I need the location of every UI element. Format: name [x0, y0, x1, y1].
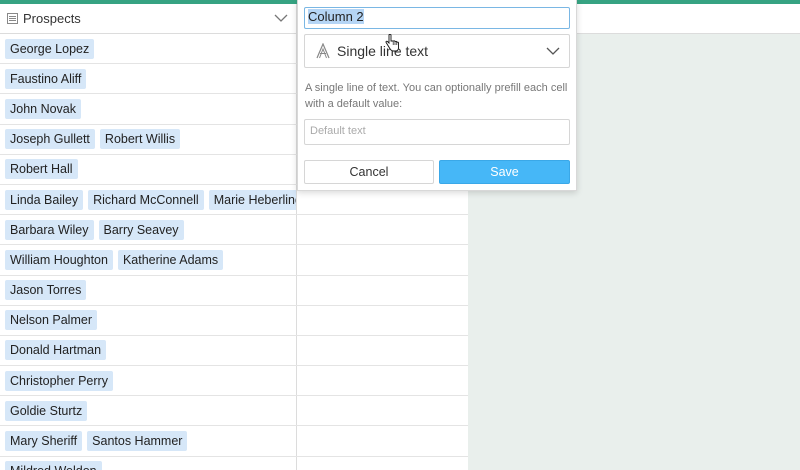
record-chip[interactable]: William Houghton	[5, 249, 113, 270]
record-chip[interactable]: Marie Heberling	[208, 189, 296, 210]
record-chip[interactable]: Donald Hartman	[5, 340, 107, 361]
prospects-cell[interactable]: Goldie Sturtz	[0, 396, 297, 426]
table-row[interactable]: Nelson Palmer	[0, 305, 468, 336]
prospects-cell[interactable]: Christopher Perry	[0, 366, 297, 396]
prospects-cell[interactable]: Robert Hall	[0, 154, 297, 184]
text-type-icon	[316, 43, 330, 59]
column-2-cell[interactable]	[297, 306, 468, 335]
prospects-cell[interactable]: William Houghton Katherine Adams	[0, 245, 297, 275]
record-chip[interactable]: Robert Hall	[5, 159, 78, 180]
chevron-down-icon[interactable]	[546, 46, 560, 56]
field-type-description: A single line of text. You can optionall…	[305, 82, 568, 110]
column-2-cell[interactable]	[297, 426, 468, 455]
column-header-prospects[interactable]: Prospects	[0, 4, 297, 34]
column-header-title: Prospects	[23, 11, 81, 26]
column-2-cell[interactable]	[297, 245, 468, 274]
save-button[interactable]: Save	[439, 160, 570, 184]
default-value-input[interactable]: Default text	[304, 119, 570, 145]
table-row[interactable]: Donald Hartman	[0, 335, 468, 367]
column-name-value: Column 2	[308, 9, 364, 24]
prospects-cell[interactable]: John Novak	[0, 94, 297, 124]
column-2-cell[interactable]	[297, 336, 468, 365]
prospects-cell[interactable]: George Lopez	[0, 34, 297, 64]
table-row[interactable]: Mildred Weldon	[0, 456, 468, 470]
table-row[interactable]: Jason Torres	[0, 275, 468, 306]
column-2-cell[interactable]	[297, 366, 468, 395]
table-row[interactable]: William Houghton Katherine Adams	[0, 245, 468, 276]
prospects-cell[interactable]: Faustino Aliff	[0, 64, 297, 94]
record-chip[interactable]: John Novak	[5, 98, 82, 119]
record-chip[interactable]: Faustino Aliff	[5, 68, 87, 89]
prospects-cell[interactable]: Nelson Palmer	[0, 305, 297, 335]
record-chip[interactable]: Nelson Palmer	[5, 310, 97, 331]
chevron-down-icon[interactable]	[274, 13, 288, 23]
table-row[interactable]: Barbara Wiley Barry Seavey	[0, 215, 468, 246]
record-chip[interactable]: Jason Torres	[5, 280, 87, 301]
record-chip[interactable]: Linda Bailey	[5, 189, 84, 210]
record-chip[interactable]: George Lopez	[5, 38, 95, 59]
list-lines-icon	[7, 13, 18, 24]
column-name-input[interactable]: Column 2	[304, 7, 570, 29]
prospects-cell[interactable]: Donald Hartman	[0, 335, 297, 366]
prospects-cell[interactable]: Joseph Gullett Robert Willis	[0, 124, 297, 154]
column-2-cell[interactable]	[297, 276, 468, 305]
record-chip[interactable]: Santos Hammer	[87, 431, 188, 452]
record-chip[interactable]: Katherine Adams	[117, 249, 224, 270]
field-type-label: Single line text	[337, 43, 429, 59]
record-chip[interactable]: Barbara Wiley	[5, 219, 94, 240]
table-row[interactable]: Christopher Perry	[0, 366, 468, 397]
column-2-cell[interactable]	[297, 396, 468, 425]
prospects-cell[interactable]: Jason Torres	[0, 275, 297, 305]
record-chip[interactable]: Goldie Sturtz	[5, 400, 88, 421]
record-chip[interactable]: Richard McConnell	[88, 189, 204, 210]
hand-cursor-icon	[385, 34, 399, 52]
cancel-button[interactable]: Cancel	[304, 160, 434, 184]
record-chip[interactable]: Barry Seavey	[98, 219, 184, 240]
column-2-cell[interactable]	[297, 215, 468, 244]
record-chip[interactable]: Joseph Gullett	[5, 129, 95, 150]
record-chip[interactable]: Robert Willis	[99, 129, 181, 150]
prospects-cell[interactable]: Barbara Wiley Barry Seavey	[0, 215, 297, 245]
field-config-popup: Column 2 Single line text A single line …	[297, 0, 577, 191]
prospects-cell[interactable]: Mildred Weldon	[0, 456, 297, 470]
record-chip[interactable]: Mildred Weldon	[5, 461, 102, 470]
record-chip[interactable]: Christopher Perry	[5, 370, 113, 391]
prospects-cell[interactable]: Mary Sheriff Santos Hammer	[0, 426, 297, 456]
column-2-cell[interactable]	[297, 457, 468, 470]
field-type-select[interactable]: Single line text	[304, 34, 570, 68]
table-row[interactable]: Mary Sheriff Santos Hammer	[0, 426, 468, 457]
record-chip[interactable]: Mary Sheriff	[5, 431, 83, 452]
table-row[interactable]: Goldie Sturtz	[0, 396, 468, 427]
prospects-cell[interactable]: Linda Bailey Richard McConnell Marie Heber…	[0, 184, 297, 215]
